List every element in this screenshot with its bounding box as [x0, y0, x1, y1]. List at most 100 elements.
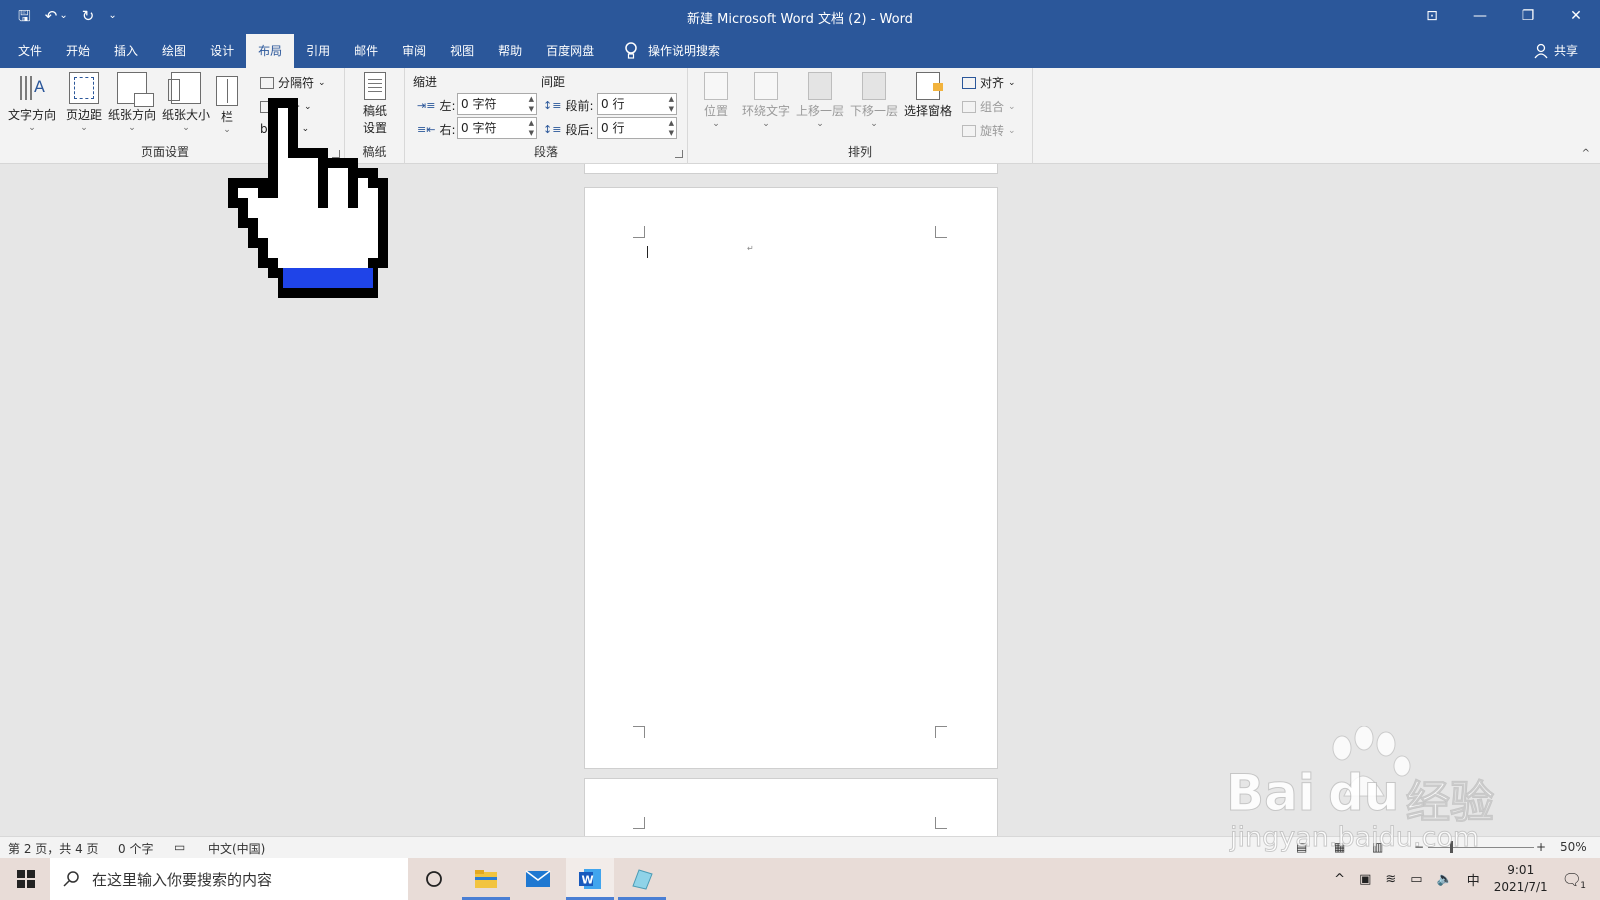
share-button[interactable]: 共享	[1534, 34, 1578, 68]
tab-file[interactable]: 文件	[6, 34, 54, 68]
title-bar: 🖫 ↶ ⌄ ↻ ⌄ 新建 Microsoft Word 文档 (2) - Wor…	[0, 0, 1600, 34]
next-page[interactable]	[584, 778, 998, 836]
chevron-down-icon: ⌄	[28, 123, 36, 133]
indent-right-input[interactable]: 0 字符 ▲ ▼	[457, 117, 537, 139]
zoom-in-button[interactable]: +	[1536, 840, 1546, 854]
arrange-group-label: 排列	[847, 145, 872, 159]
indent-left-input[interactable]: 0 字符 ▲ ▼	[457, 93, 537, 115]
language[interactable]: 中文(中国)	[208, 840, 265, 857]
ime-indicator[interactable]: 中	[1467, 870, 1480, 889]
size-button[interactable]: 纸张大小 ⌄	[160, 72, 212, 133]
position-button[interactable]: 位置 ⌄	[690, 72, 742, 129]
text-direction-icon: A	[17, 72, 47, 104]
tell-me-search[interactable]: 操作说明搜索	[624, 34, 720, 68]
ribbon-display-options-icon[interactable]: ⊡	[1408, 0, 1456, 34]
size-label: 纸张大小	[161, 108, 210, 122]
cortana-button[interactable]	[410, 858, 458, 900]
chevron-down-icon: ⌄	[712, 119, 720, 129]
network-status-icon[interactable]: ▣	[1359, 872, 1371, 887]
hand-pointer-cursor-icon	[228, 98, 388, 298]
tab-mailings[interactable]: 邮件	[342, 34, 390, 68]
text-cursor	[647, 246, 648, 258]
tab-references[interactable]: 引用	[294, 34, 342, 68]
tab-design[interactable]: 设计	[198, 34, 246, 68]
paragraph-group: 缩进 间距 ⇥≡ 左: 0 字符 ▲ ▼ ≡⇤ 右: 0 字符 ▲ ▼ ↕≡ 段前:…	[405, 68, 688, 164]
spinner-arrows-icon[interactable]: ▲ ▼	[669, 118, 674, 138]
indent-left-value: 0 字符	[461, 97, 497, 111]
notification-center-icon[interactable]: 🗨 1	[1562, 870, 1586, 891]
current-page[interactable]: ↵	[584, 187, 998, 769]
minimize-button[interactable]: —	[1456, 0, 1504, 34]
taskbar-app-generic[interactable]	[618, 858, 666, 900]
indent-title: 缩进	[413, 75, 438, 89]
spacing-after-label-row: ↕≡ 段后:	[543, 121, 593, 138]
spinner-arrows-icon[interactable]: ▲ ▼	[529, 94, 534, 114]
spacing-after-value: 0 行	[601, 121, 625, 135]
tab-help[interactable]: 帮助	[486, 34, 534, 68]
volume-icon[interactable]: 🔈	[1437, 872, 1453, 887]
taskbar-search-box[interactable]: 在这里输入你要搜索的内容	[50, 858, 408, 900]
taskbar-clock[interactable]: 9:01 2021/7/1	[1494, 862, 1548, 896]
tab-insert[interactable]: 插入	[102, 34, 150, 68]
wifi-icon[interactable]: ≋	[1385, 872, 1396, 887]
restore-button[interactable]: ❐	[1504, 0, 1552, 34]
selection-pane-button[interactable]: 选择窗格	[902, 72, 954, 119]
svg-text:W: W	[582, 874, 594, 887]
zoom-level[interactable]: 50%	[1560, 840, 1587, 854]
rotate-button[interactable]: 旋转 ⌄	[962, 122, 1016, 139]
send-backward-button[interactable]: 下移一层 ⌄	[848, 72, 900, 129]
word-count[interactable]: 0 个字	[118, 840, 153, 857]
svg-text:A: A	[34, 77, 45, 96]
tab-view[interactable]: 视图	[438, 34, 486, 68]
orientation-button[interactable]: 纸张方向 ⌄	[106, 72, 158, 133]
bring-forward-icon	[808, 72, 832, 100]
system-tray: ^ ▣ ≋ ▭ 🔈 中 9:01 2021/7/1 🗨 1	[1334, 858, 1600, 900]
proofing-icon[interactable]: ▭	[174, 840, 185, 854]
bring-forward-button[interactable]: 上移一层 ⌄	[794, 72, 846, 129]
tab-home[interactable]: 开始	[54, 34, 102, 68]
align-button[interactable]: 对齐 ⌄	[962, 74, 1016, 91]
battery-icon[interactable]: ▭	[1410, 872, 1422, 887]
chevron-down-icon: ⌄	[1008, 101, 1016, 112]
spacing-after-input[interactable]: 0 行 ▲ ▼	[597, 117, 677, 139]
wrap-text-button[interactable]: 环绕文字 ⌄	[740, 72, 792, 129]
page-count[interactable]: 第 2 页，共 4 页	[8, 840, 99, 857]
taskbar-mail[interactable]	[514, 858, 562, 900]
breaks-button[interactable]: 分隔符 ⌄	[260, 74, 326, 91]
spacing-after-icon: ↕≡	[543, 123, 562, 136]
word-icon: W	[579, 869, 601, 889]
spacing-before-input[interactable]: 0 行 ▲ ▼	[597, 93, 677, 115]
spinner-arrows-icon[interactable]: ▲ ▼	[669, 94, 674, 114]
spinner-arrows-icon[interactable]: ▲ ▼	[529, 118, 534, 138]
spacing-title: 间距	[541, 75, 566, 89]
baidu-jingyan-watermark: Bai du 经验 jingyan.baidu.com	[1226, 726, 1526, 856]
window-controls: ⊡ — ❐ ✕	[1408, 0, 1600, 34]
taskbar-file-explorer[interactable]	[462, 858, 510, 900]
tab-layout[interactable]: 布局	[246, 34, 295, 68]
chevron-down-icon: ⌄	[870, 119, 878, 129]
show-hidden-icons-icon[interactable]: ^	[1334, 872, 1345, 887]
ribbon-tabs: 文件 开始 插入 绘图 设计 布局 引用 邮件 审阅 视图 帮助 百度网盘 操作…	[0, 34, 1600, 68]
indent-left-icon: ⇥≡	[417, 99, 436, 112]
text-direction-label: 文字方向	[7, 108, 56, 122]
paragraph-launcher-icon[interactable]	[675, 150, 683, 158]
tab-review[interactable]: 审阅	[390, 34, 438, 68]
group-button[interactable]: 组合 ⌄	[962, 98, 1016, 115]
clock-time: 9:01	[1507, 863, 1535, 877]
selection-pane-label: 选择窗格	[903, 104, 952, 118]
collapse-ribbon-icon[interactable]: ^	[1582, 148, 1590, 159]
start-button[interactable]	[2, 858, 50, 900]
watermark-cn: 经验	[1406, 777, 1495, 829]
close-button[interactable]: ✕	[1552, 0, 1600, 34]
chevron-down-icon: ⌄	[318, 77, 326, 88]
tab-draw[interactable]: 绘图	[150, 34, 198, 68]
paper-size-icon	[168, 72, 201, 104]
taskbar-word[interactable]: W	[566, 858, 614, 900]
tab-baidu-netdisk[interactable]: 百度网盘	[534, 34, 606, 68]
chevron-down-icon: ⌄	[762, 119, 770, 129]
folder-icon	[475, 870, 497, 888]
position-icon	[704, 72, 728, 100]
margins-button[interactable]: 页边距 ⌄	[58, 72, 110, 133]
text-direction-button[interactable]: A 文字方向 ⌄	[6, 72, 58, 133]
chevron-down-icon: ⌄	[1008, 125, 1016, 136]
